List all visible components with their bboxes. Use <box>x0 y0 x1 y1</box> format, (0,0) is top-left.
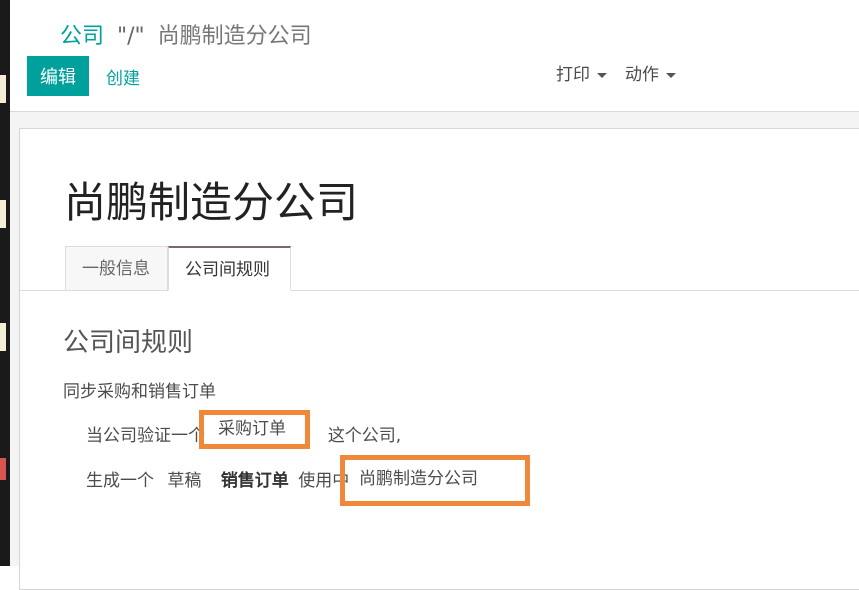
print-dropdown[interactable]: 打印 <box>556 60 607 85</box>
action-dropdown[interactable]: 动作 <box>625 60 676 85</box>
rule1-prefix: 当公司验证一个 <box>86 426 205 446</box>
rule2-prefix: 生成一个 <box>86 471 154 491</box>
breadcrumb-parent-link[interactable]: 公司 <box>60 24 104 49</box>
caret-down-icon <box>666 72 676 78</box>
background-tag <box>0 200 6 228</box>
breadcrumb-separator: "/" <box>117 24 145 49</box>
control-panel: 公司 "/" 尚鹏制造分公司 编辑 创建 打印 动作 <box>10 0 859 112</box>
rule2-state: 草稿 <box>167 471 202 491</box>
tab-intercompany-rules[interactable]: 公司间规则 <box>168 246 291 291</box>
background-tag <box>0 75 6 103</box>
background-badge <box>0 458 6 480</box>
record-title: 尚鹏制造分公司 <box>64 178 359 227</box>
edit-button[interactable]: 编辑 <box>27 56 89 96</box>
purchase-order-field[interactable]: 采购订单 <box>199 410 310 449</box>
rule1-suffix: 这个公司, <box>327 426 402 446</box>
section-title: 公司间规则 <box>63 328 194 358</box>
tab-general-info[interactable]: 一般信息 <box>65 246 168 290</box>
print-dropdown-label: 打印 <box>556 65 590 85</box>
caret-down-icon <box>597 72 607 78</box>
breadcrumb-current: 尚鹏制造分公司 <box>157 24 312 49</box>
sync-orders-label: 同步采购和销售订单 <box>63 382 216 402</box>
breadcrumb: 公司 "/" 尚鹏制造分公司 <box>60 18 312 50</box>
create-button[interactable]: 创建 <box>106 64 140 89</box>
company-field[interactable]: 尚鹏制造分公司 <box>340 455 530 506</box>
form-sheet: 尚鹏制造分公司 一般信息 公司间规则 公司间规则 同步采购和销售订单 当公司验证… <box>19 128 859 590</box>
notebook-tabs: 一般信息 公司间规则 <box>20 246 859 291</box>
background-tag <box>0 323 6 351</box>
action-dropdown-label: 动作 <box>625 65 659 85</box>
rule-line-sale: 生成一个 草稿 销售订单 使用中 <box>86 466 349 491</box>
rule2-document-type: 销售订单 <box>220 471 289 491</box>
background-window-strip <box>0 0 10 566</box>
